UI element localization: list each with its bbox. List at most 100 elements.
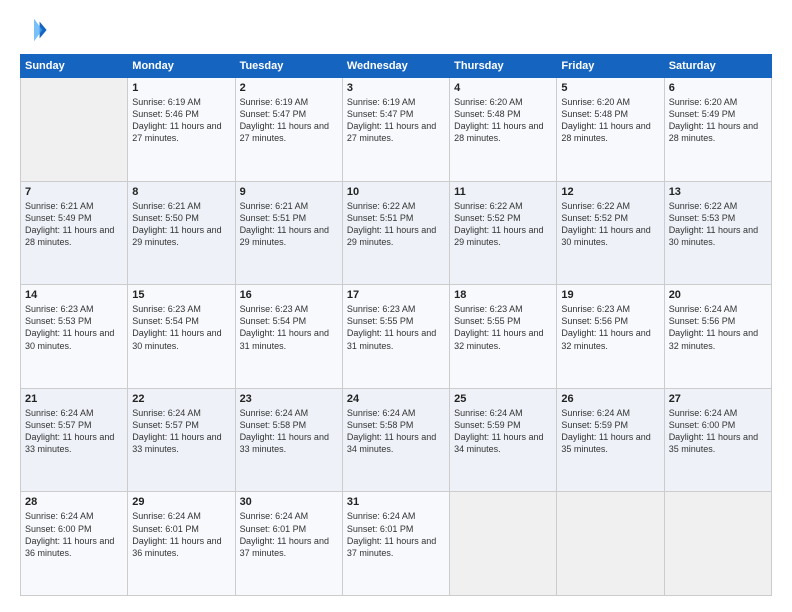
calendar-cell: 4 Sunrise: 6:20 AMSunset: 5:48 PMDaylight… (450, 78, 557, 182)
calendar-cell: 25 Sunrise: 6:24 AMSunset: 5:59 PMDayligh… (450, 388, 557, 492)
calendar-cell: 18 Sunrise: 6:23 AMSunset: 5:55 PMDayligh… (450, 285, 557, 389)
calendar-cell: 22 Sunrise: 6:24 AMSunset: 5:57 PMDayligh… (128, 388, 235, 492)
day-number: 8 (132, 186, 230, 198)
calendar-cell: 9 Sunrise: 6:21 AMSunset: 5:51 PMDaylight… (235, 181, 342, 285)
day-info: Sunrise: 6:20 AMSunset: 5:48 PMDaylight:… (561, 96, 659, 145)
day-info: Sunrise: 6:24 AMSunset: 6:01 PMDaylight:… (132, 510, 230, 559)
day-number: 9 (240, 186, 338, 198)
col-header-saturday: Saturday (664, 55, 771, 78)
calendar-cell (450, 492, 557, 596)
day-number: 17 (347, 289, 445, 301)
col-header-wednesday: Wednesday (342, 55, 449, 78)
day-number: 16 (240, 289, 338, 301)
day-info: Sunrise: 6:23 AMSunset: 5:53 PMDaylight:… (25, 303, 123, 352)
day-info: Sunrise: 6:24 AMSunset: 5:57 PMDaylight:… (132, 407, 230, 456)
day-number: 6 (669, 82, 767, 94)
day-info: Sunrise: 6:23 AMSunset: 5:54 PMDaylight:… (132, 303, 230, 352)
day-number: 3 (347, 82, 445, 94)
page: SundayMondayTuesdayWednesdayThursdayFrid… (0, 0, 792, 612)
day-info: Sunrise: 6:19 AMSunset: 5:47 PMDaylight:… (347, 96, 445, 145)
col-header-tuesday: Tuesday (235, 55, 342, 78)
day-number: 10 (347, 186, 445, 198)
calendar-cell: 1 Sunrise: 6:19 AMSunset: 5:46 PMDaylight… (128, 78, 235, 182)
calendar-cell: 3 Sunrise: 6:19 AMSunset: 5:47 PMDaylight… (342, 78, 449, 182)
day-number: 7 (25, 186, 123, 198)
calendar-cell: 2 Sunrise: 6:19 AMSunset: 5:47 PMDaylight… (235, 78, 342, 182)
calendar-cell: 5Sunrise: 6:20 AMSunset: 5:48 PMDaylight… (557, 78, 664, 182)
calendar-cell: 17 Sunrise: 6:23 AMSunset: 5:55 PMDayligh… (342, 285, 449, 389)
day-info: Sunrise: 6:19 AMSunset: 5:46 PMDaylight:… (132, 96, 230, 145)
day-info: Sunrise: 6:22 AMSunset: 5:53 PMDaylight:… (669, 200, 767, 249)
day-number: 4 (454, 82, 552, 94)
day-info: Sunrise: 6:23 AMSunset: 5:55 PMDaylight:… (454, 303, 552, 352)
calendar-cell: 16 Sunrise: 6:23 AMSunset: 5:54 PMDayligh… (235, 285, 342, 389)
day-info: Sunrise: 6:23 AMSunset: 5:54 PMDaylight:… (240, 303, 338, 352)
calendar-cell: 21 Sunrise: 6:24 AMSunset: 5:57 PMDayligh… (21, 388, 128, 492)
day-number: 1 (132, 82, 230, 94)
calendar-cell: 26 Sunrise: 6:24 AMSunset: 5:59 PMDayligh… (557, 388, 664, 492)
day-number: 28 (25, 496, 123, 508)
day-info: Sunrise: 6:19 AMSunset: 5:47 PMDaylight:… (240, 96, 338, 145)
day-info: Sunrise: 6:22 AMSunset: 5:52 PMDaylight:… (561, 200, 659, 249)
day-number: 30 (240, 496, 338, 508)
day-number: 26 (561, 393, 659, 405)
day-info: Sunrise: 6:23 AMSunset: 5:55 PMDaylight:… (347, 303, 445, 352)
calendar-cell: 14 Sunrise: 6:23 AMSunset: 5:53 PMDayligh… (21, 285, 128, 389)
day-info: Sunrise: 6:24 AMSunset: 5:59 PMDaylight:… (561, 407, 659, 456)
day-number: 12 (561, 186, 659, 198)
day-number: 14 (25, 289, 123, 301)
calendar-cell: 30 Sunrise: 6:24 AMSunset: 6:01 PMDayligh… (235, 492, 342, 596)
day-info: Sunrise: 6:24 AMSunset: 5:58 PMDaylight:… (240, 407, 338, 456)
day-info: Sunrise: 6:22 AMSunset: 5:52 PMDaylight:… (454, 200, 552, 249)
day-number: 11 (454, 186, 552, 198)
day-info: Sunrise: 6:24 AMSunset: 6:00 PMDaylight:… (669, 407, 767, 456)
day-number: 29 (132, 496, 230, 508)
day-info: Sunrise: 6:22 AMSunset: 5:51 PMDaylight:… (347, 200, 445, 249)
day-number: 2 (240, 82, 338, 94)
day-info: Sunrise: 6:24 AMSunset: 5:56 PMDaylight:… (669, 303, 767, 352)
day-number: 24 (347, 393, 445, 405)
day-number: 15 (132, 289, 230, 301)
day-number: 13 (669, 186, 767, 198)
day-info: Sunrise: 6:24 AMSunset: 5:57 PMDaylight:… (25, 407, 123, 456)
day-number: 18 (454, 289, 552, 301)
calendar-cell: 24Sunrise: 6:24 AMSunset: 5:58 PMDayligh… (342, 388, 449, 492)
calendar-cell: 10 Sunrise: 6:22 AMSunset: 5:51 PMDayligh… (342, 181, 449, 285)
col-header-thursday: Thursday (450, 55, 557, 78)
day-number: 27 (669, 393, 767, 405)
day-info: Sunrise: 6:24 AMSunset: 6:01 PMDaylight:… (240, 510, 338, 559)
calendar-cell: 7 Sunrise: 6:21 AMSunset: 5:49 PMDaylight… (21, 181, 128, 285)
calendar-cell: 20 Sunrise: 6:24 AMSunset: 5:56 PMDayligh… (664, 285, 771, 389)
calendar-cell: 27 Sunrise: 6:24 AMSunset: 6:00 PMDayligh… (664, 388, 771, 492)
calendar-table: SundayMondayTuesdayWednesdayThursdayFrid… (20, 54, 772, 596)
day-number: 21 (25, 393, 123, 405)
calendar-cell: 15 Sunrise: 6:23 AMSunset: 5:54 PMDayligh… (128, 285, 235, 389)
logo (20, 16, 52, 44)
calendar-cell: 13 Sunrise: 6:22 AMSunset: 5:53 PMDayligh… (664, 181, 771, 285)
calendar-cell: 6Sunrise: 6:20 AMSunset: 5:49 PMDaylight… (664, 78, 771, 182)
calendar-cell: 31Sunrise: 6:24 AMSunset: 6:01 PMDayligh… (342, 492, 449, 596)
day-number: 20 (669, 289, 767, 301)
header (20, 16, 772, 44)
day-number: 19 (561, 289, 659, 301)
calendar-cell: 19 Sunrise: 6:23 AMSunset: 5:56 PMDayligh… (557, 285, 664, 389)
day-info: Sunrise: 6:24 AMSunset: 5:59 PMDaylight:… (454, 407, 552, 456)
day-number: 25 (454, 393, 552, 405)
col-header-monday: Monday (128, 55, 235, 78)
day-number: 22 (132, 393, 230, 405)
day-info: Sunrise: 6:21 AMSunset: 5:51 PMDaylight:… (240, 200, 338, 249)
calendar-cell (664, 492, 771, 596)
day-number: 23 (240, 393, 338, 405)
day-info: Sunrise: 6:20 AMSunset: 5:48 PMDaylight:… (454, 96, 552, 145)
day-info: Sunrise: 6:24 AMSunset: 6:01 PMDaylight:… (347, 510, 445, 559)
day-info: Sunrise: 6:21 AMSunset: 5:49 PMDaylight:… (25, 200, 123, 249)
logo-icon (20, 16, 48, 44)
calendar-cell (21, 78, 128, 182)
calendar-cell: 29 Sunrise: 6:24 AMSunset: 6:01 PMDayligh… (128, 492, 235, 596)
day-info: Sunrise: 6:21 AMSunset: 5:50 PMDaylight:… (132, 200, 230, 249)
calendar-cell: 23 Sunrise: 6:24 AMSunset: 5:58 PMDayligh… (235, 388, 342, 492)
calendar-cell: 8 Sunrise: 6:21 AMSunset: 5:50 PMDaylight… (128, 181, 235, 285)
day-info: Sunrise: 6:23 AMSunset: 5:56 PMDaylight:… (561, 303, 659, 352)
calendar-cell: 11 Sunrise: 6:22 AMSunset: 5:52 PMDayligh… (450, 181, 557, 285)
col-header-sunday: Sunday (21, 55, 128, 78)
